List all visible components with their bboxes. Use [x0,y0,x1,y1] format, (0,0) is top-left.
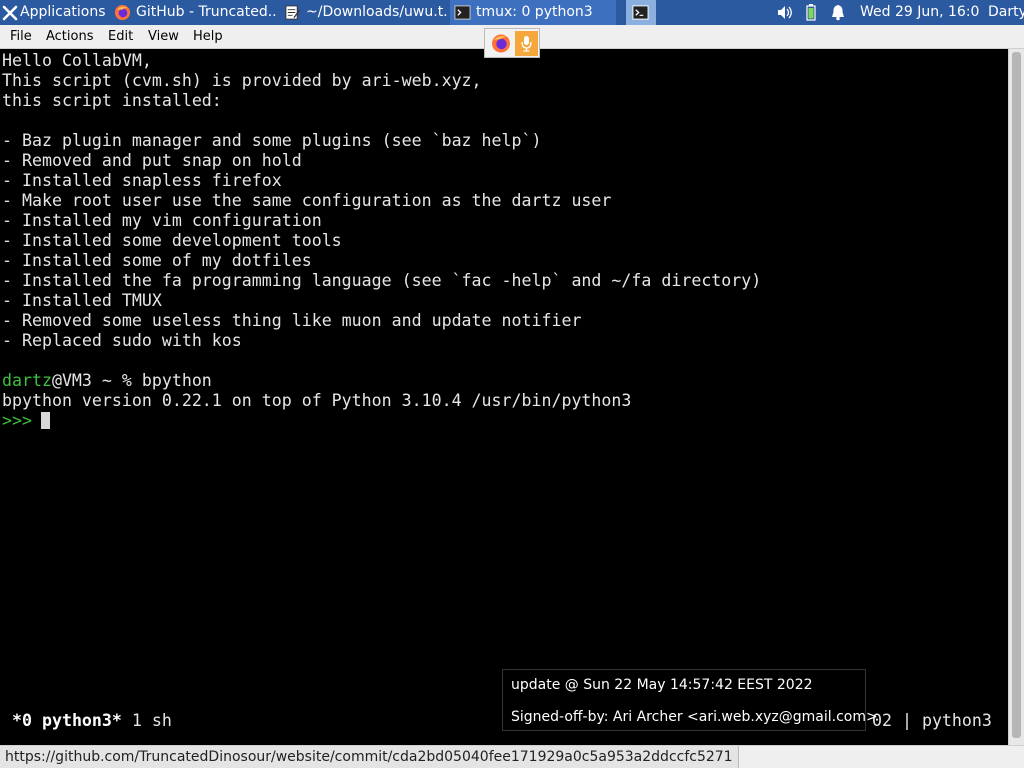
terminal-line: - Installed some of my dotfiles [2,251,312,271]
bpython-version-line: bpython version 0.22.1 on top of Python … [2,391,631,411]
terminal-area[interactable]: Hello CollabVM, This script (cvm.sh) is … [0,49,1008,745]
menu-actions[interactable]: Actions [46,25,94,49]
terminal-line: - Installed my vim configuration [2,211,322,231]
applications-label: Applications [20,0,106,25]
firefox-icon [114,4,131,21]
terminal-line: This script (cvm.sh) is provided by ari-… [2,71,482,91]
menu-file[interactable]: File [10,25,32,49]
browser-status-bar: https://github.com/TruncatedDinosour/web… [0,745,1024,768]
panel-clock[interactable]: Wed 29 Jun, 16:04 [860,0,980,25]
terminal-line: this script installed: [2,91,222,111]
taskbar-item-label: GitHub - Truncated... [136,4,278,20]
text-cursor [41,412,50,429]
firefox-tray-icon[interactable] [488,31,514,56]
text-editor-icon [284,4,301,21]
prompt-username: dartz [2,371,52,390]
tooltip-commit-title: update @ Sun 22 May 14:57:42 EEST 2022 [511,677,813,693]
taskbar-item-firefox[interactable]: GitHub - Truncated... [110,0,278,25]
commit-tooltip: update @ Sun 22 May 14:57:42 EEST 2022 S… [502,669,866,731]
scrollbar-thumb[interactable] [1012,52,1021,738]
terminal-icon [632,4,649,21]
volume-icon[interactable] [776,0,794,25]
link-url-preview: https://github.com/TruncatedDinosour/web… [0,746,739,768]
top-panel: Applications GitHub - Truncated... ~/Dow… [0,0,1024,25]
shell-prompt-line: dartz@VM3 ~ % bpython [2,371,212,391]
terminal-line: - Installed the fa programming language … [2,271,761,291]
terminal-icon [454,4,471,21]
taskbar-item-editor[interactable]: ~/Downloads/uwu.t... [280,0,448,25]
terminal-line: - Replaced sudo with kos [2,331,242,351]
tmux-status-windows: *0 python3* 1 sh [12,711,172,731]
microphone-icon[interactable] [515,31,538,56]
taskbar-item-label: ~/Downloads/uwu.t... [306,4,448,20]
notification-bell-icon[interactable] [830,0,846,25]
terminal-line: - Installed snapless firefox [2,171,282,191]
tooltip-signed-off: Signed-off-by: Ari Archer <ari.web.xyz@g… [511,709,878,725]
xfce-logo-icon [2,5,18,21]
repl-prompt-line[interactable]: >>> [2,411,50,431]
terminal-line: - Removed some useless thing like muon a… [2,311,581,331]
prompt-command: @VM3 ~ % bpython [52,371,212,390]
tmux-status-right: 02 | python3 [872,711,992,731]
repl-prompt: >>> [2,411,32,430]
terminal-scrollbar[interactable] [1008,49,1024,745]
taskbar-item-terminal[interactable]: tmux: 0 python3 [450,0,616,25]
applications-menu-button[interactable]: Applications [0,0,108,25]
tmux-window-other[interactable]: 1 sh [122,711,172,730]
terminal-line: Hello CollabVM, [2,51,152,71]
terminal-line: - Make root user use the same configurat… [2,191,611,211]
terminal-line: - Installed some development tools [2,231,342,251]
menu-view[interactable]: View [148,25,179,49]
tray-popup [484,28,540,58]
terminal-line: - Baz plugin manager and some plugins (s… [2,131,541,151]
menu-edit[interactable]: Edit [108,25,133,49]
tmux-window-active[interactable]: *0 python3* [12,711,122,730]
panel-user-name[interactable]: Darty [988,0,1024,25]
terminal-line: - Removed and put snap on hold [2,151,302,171]
taskbar-item-label: tmux: 0 python3 [476,4,593,20]
battery-icon[interactable] [806,0,816,25]
menu-help[interactable]: Help [193,25,223,49]
taskbar-item-terminal-active[interactable] [626,0,656,25]
terminal-line: - Installed TMUX [2,291,162,311]
